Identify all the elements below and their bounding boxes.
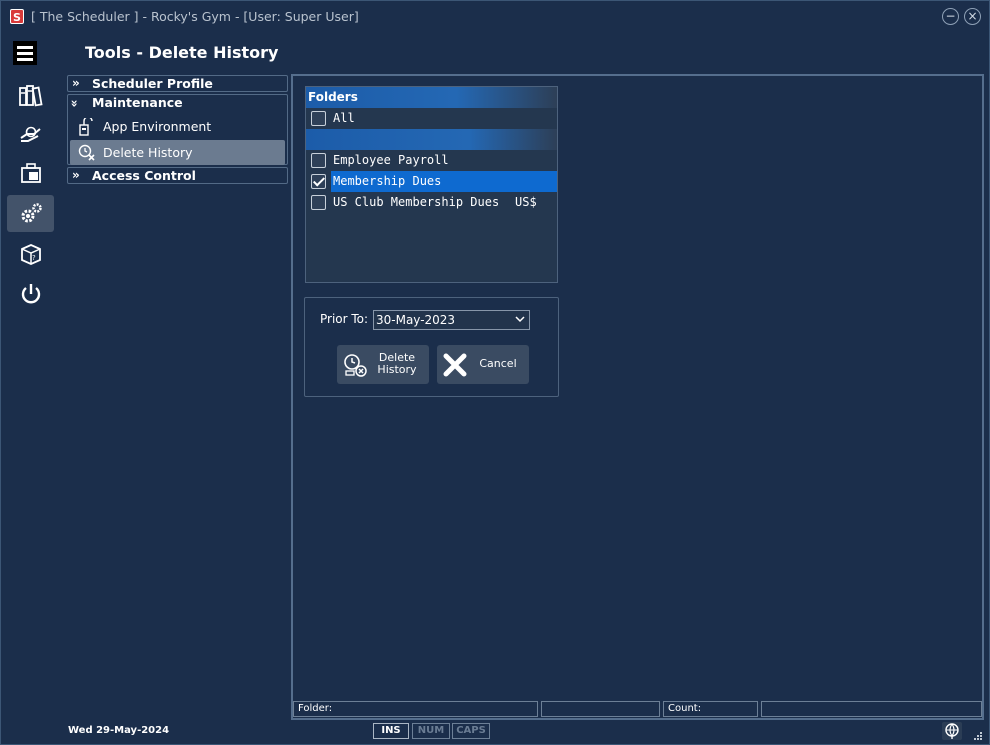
briefcase-icon xyxy=(20,162,41,183)
tree-maintenance-group: » Maintenance App Environment Delete His… xyxy=(67,94,288,165)
app-environment-icon xyxy=(79,118,93,136)
close-icon xyxy=(443,353,467,377)
delete-history-button[interactable]: Delete History xyxy=(337,345,429,384)
hamburger-menu-icon[interactable] xyxy=(13,41,37,65)
nav-briefcase[interactable] xyxy=(7,154,54,191)
window-title: [ The Scheduler ] - Rocky's Gym - [User:… xyxy=(31,9,359,24)
ins-indicator: INS xyxy=(373,723,409,739)
prior-to-group: Prior To: 30-May-2023 Delete History Can… xyxy=(304,297,559,397)
delete-history-icon xyxy=(344,354,367,377)
nav-package[interactable]: ? xyxy=(7,235,54,272)
nav-tools[interactable] xyxy=(7,195,54,232)
app-logo-icon: S xyxy=(10,9,24,24)
folders-header: Folders xyxy=(306,87,557,108)
chevron-down-icon: » xyxy=(67,99,82,108)
package-icon: ? xyxy=(20,243,41,265)
tree-item-delete-history[interactable]: Delete History xyxy=(70,140,285,165)
folder-checkbox-membership-dues[interactable] xyxy=(311,174,326,189)
title-bar: S [ The Scheduler ] - Rocky's Gym - [Use… xyxy=(1,1,989,31)
prior-to-date-value: 30-May-2023 xyxy=(376,313,456,327)
gears-icon xyxy=(21,202,42,222)
prior-to-date-select[interactable]: 30-May-2023 xyxy=(373,310,530,330)
folder-row-all[interactable]: All xyxy=(306,108,557,129)
tree-scheduler-profile-label: Scheduler Profile xyxy=(92,76,213,91)
minimize-button[interactable]: − xyxy=(942,8,959,25)
tools-tree: » Scheduler Profile » Maintenance App En… xyxy=(67,75,288,186)
folder-currency: US$ xyxy=(515,195,537,209)
delete-history-icon xyxy=(78,144,95,161)
app-window: S [ The Scheduler ] - Rocky's Gym - [Use… xyxy=(0,0,990,745)
folder-checkbox-us-club-membership-dues[interactable] xyxy=(311,195,326,210)
folder-row-employee-payroll[interactable]: Employee Payroll xyxy=(306,150,557,171)
folder-checkbox-all[interactable] xyxy=(311,111,326,126)
tree-maintenance[interactable]: » Maintenance xyxy=(67,95,287,112)
footer-date: Wed 29-May-2024 xyxy=(68,725,170,736)
chevron-down-icon xyxy=(515,312,525,333)
power-icon xyxy=(21,283,40,303)
status-cell-2 xyxy=(541,701,660,717)
cancel-button[interactable]: Cancel xyxy=(437,345,529,384)
tree-item-app-environment-label: App Environment xyxy=(103,119,212,134)
nav-payment[interactable] xyxy=(7,115,54,152)
folder-row-us-club-membership-dues[interactable]: US Club Membership Dues US$ xyxy=(306,192,557,213)
tree-scheduler-profile[interactable]: » Scheduler Profile xyxy=(67,75,288,92)
status-folder: Folder: xyxy=(293,701,538,717)
status-cell-4 xyxy=(761,701,982,717)
caps-indicator: CAPS xyxy=(452,723,490,739)
folder-checkbox-employee-payroll[interactable] xyxy=(311,153,326,168)
folders-list: Folders All Employee Payroll Membership … xyxy=(305,86,558,283)
binders-icon xyxy=(18,84,43,106)
page-title: Tools - Delete History xyxy=(85,43,279,62)
tree-item-delete-history-label: Delete History xyxy=(103,145,193,160)
prior-to-label: Prior To: xyxy=(320,312,369,326)
chevron-right-icon: » xyxy=(72,76,80,90)
folder-label-membership-dues: Membership Dues xyxy=(331,171,557,192)
tree-access-control-label: Access Control xyxy=(92,168,196,183)
status-count: Count: xyxy=(663,701,758,717)
status-bar: Folder: Count: xyxy=(293,701,982,717)
tree-maintenance-label: Maintenance xyxy=(92,95,183,110)
folder-row-membership-dues[interactable]: Membership Dues xyxy=(306,171,557,192)
close-button[interactable]: × xyxy=(964,8,981,25)
payment-icon xyxy=(19,126,41,142)
cancel-label: Cancel xyxy=(479,357,517,370)
nav-power[interactable] xyxy=(7,275,54,312)
nav-binders[interactable] xyxy=(7,76,54,113)
globe-icon[interactable] xyxy=(942,722,962,740)
folder-label-employee-payroll: Employee Payroll xyxy=(333,153,449,167)
resize-grip-icon[interactable] xyxy=(969,727,983,740)
delete-history-label-2: History xyxy=(377,363,417,376)
tree-item-app-environment[interactable]: App Environment xyxy=(70,114,285,139)
svg-text:?: ? xyxy=(32,254,36,262)
folder-label-us-club-membership-dues: US Club Membership Dues xyxy=(333,195,500,209)
folder-label-all: All xyxy=(333,111,355,125)
tree-access-control[interactable]: » Access Control xyxy=(67,167,288,184)
chevron-right-icon: » xyxy=(72,168,80,182)
num-indicator: NUM xyxy=(412,723,450,739)
folder-separator xyxy=(306,129,557,150)
